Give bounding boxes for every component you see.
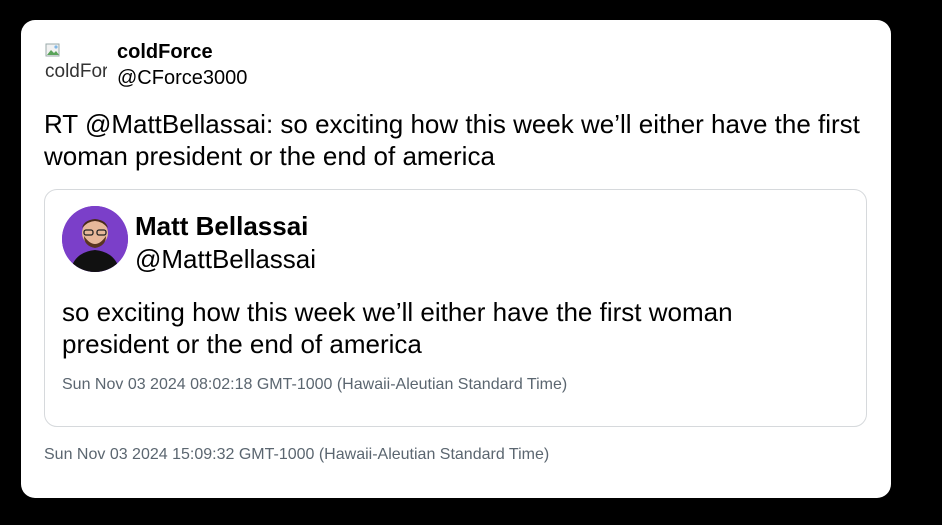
avatar-alt-text: coldForce	[45, 61, 107, 82]
quoted-author-avatar[interactable]	[62, 206, 128, 272]
tweet-card: coldForce coldForce @CForce3000 RT @Matt…	[21, 20, 891, 498]
quoted-author-display-name[interactable]: Matt Bellassai	[135, 210, 308, 242]
broken-image-icon	[45, 43, 60, 57]
quoted-author-handle[interactable]: @MattBellassai	[135, 243, 316, 275]
quoted-tweet-text: so exciting how this week we’ll either h…	[62, 297, 733, 359]
quoted-tweet[interactable]: Matt Bellassai @MattBellassai so excitin…	[44, 189, 867, 427]
author-avatar[interactable]: coldForce	[45, 42, 107, 82]
tweet-timestamp[interactable]: Sun Nov 03 2024 15:09:32 GMT-1000 (Hawai…	[44, 445, 549, 465]
author-display-name[interactable]: coldForce	[117, 40, 213, 64]
tweet-text: RT @MattBellassai: so exciting how this …	[44, 109, 860, 171]
person-photo-icon	[62, 206, 128, 272]
author-handle[interactable]: @CForce3000	[117, 66, 247, 90]
quoted-tweet-timestamp[interactable]: Sun Nov 03 2024 08:02:18 GMT-1000 (Hawai…	[62, 375, 567, 395]
